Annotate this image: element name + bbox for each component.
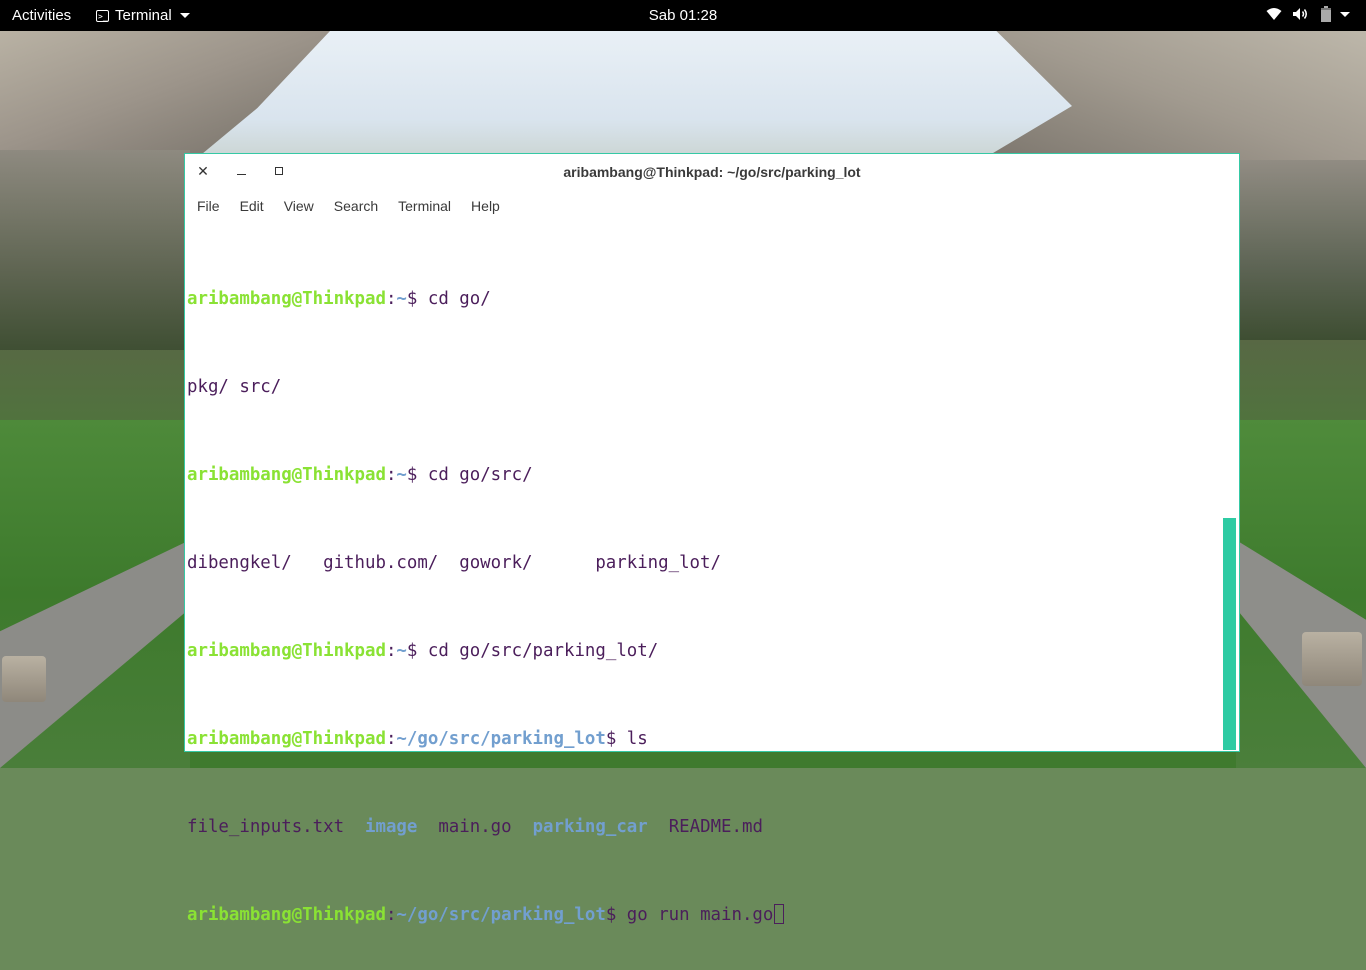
prompt-symbol: $ bbox=[605, 905, 627, 925]
wifi-icon bbox=[1266, 7, 1282, 21]
clock-button[interactable]: Sab 01:28 bbox=[649, 7, 717, 24]
wallpaper-building-left bbox=[0, 150, 190, 350]
prompt-symbol: $ bbox=[406, 289, 428, 309]
chevron-down-icon bbox=[179, 13, 190, 18]
activities-button[interactable]: Activities bbox=[12, 7, 71, 24]
wallpaper-bench-right bbox=[1302, 632, 1362, 686]
prompt-colon: : bbox=[385, 729, 397, 749]
prompt-path: ~/go/src/parking_lot bbox=[396, 905, 606, 925]
prompt-user: aribambang@Thinkpad bbox=[187, 905, 386, 925]
ls-entry-dir: image bbox=[365, 817, 418, 837]
prompt-symbol: $ bbox=[406, 465, 428, 485]
menu-edit[interactable]: Edit bbox=[230, 198, 274, 214]
ls-entry-file: README.md bbox=[668, 817, 763, 837]
terminal-icon: >_ bbox=[96, 9, 109, 22]
ls-separator bbox=[344, 817, 365, 837]
prompt-path: ~ bbox=[396, 641, 407, 661]
command-text: ls bbox=[626, 729, 648, 749]
terminal-line: file_inputs.txt image main.go parking_ca… bbox=[187, 816, 1225, 838]
prompt-path: ~ bbox=[396, 465, 407, 485]
prompt-user: aribambang@Thinkpad bbox=[187, 641, 386, 661]
wallpaper-bench-left bbox=[2, 656, 46, 702]
output-text: dibengkel/ github.com/ gowork/ parking_l… bbox=[187, 553, 721, 573]
menu-file[interactable]: File bbox=[187, 198, 230, 214]
terminal-line-current: aribambang@Thinkpad:~/go/src/parking_lot… bbox=[187, 904, 1225, 926]
prompt-colon: : bbox=[385, 465, 397, 485]
ls-separator bbox=[417, 817, 438, 837]
terminal-window: ✕ aribambang@Thinkpad: ~/go/src/parking_… bbox=[184, 153, 1240, 925]
ls-separator bbox=[512, 817, 533, 837]
terminal-line: dibengkel/ github.com/ gowork/ parking_l… bbox=[187, 552, 1225, 574]
text-cursor bbox=[774, 904, 785, 924]
prompt-path: ~/go/src/parking_lot bbox=[396, 729, 606, 749]
prompt-colon: : bbox=[385, 289, 397, 309]
output-text: pkg/ src/ bbox=[187, 377, 282, 397]
prompt-path: ~ bbox=[396, 289, 407, 309]
chevron-down-icon bbox=[1340, 11, 1350, 17]
app-menu-button[interactable]: >_ Terminal bbox=[96, 7, 190, 24]
prompt-user: aribambang@Thinkpad bbox=[187, 465, 386, 485]
menu-search[interactable]: Search bbox=[324, 198, 388, 214]
prompt-user: aribambang@Thinkpad bbox=[187, 729, 386, 749]
terminal-line: aribambang@Thinkpad:~$ cd go/src/ bbox=[187, 464, 1225, 486]
command-text: cd go/src/parking_lot/ bbox=[427, 641, 659, 661]
command-text: cd go/src/ bbox=[427, 465, 533, 485]
menu-bar: File Edit View Search Terminal Help bbox=[185, 190, 1239, 222]
prompt-colon: : bbox=[385, 905, 397, 925]
prompt-symbol: $ bbox=[605, 729, 627, 749]
prompt-symbol: $ bbox=[406, 641, 428, 661]
window-title: aribambang@Thinkpad: ~/go/src/parking_lo… bbox=[563, 164, 861, 180]
prompt-user: aribambang@Thinkpad bbox=[187, 289, 386, 309]
wallpaper-building-right bbox=[1236, 160, 1366, 340]
app-menu-label: Terminal bbox=[115, 7, 172, 24]
terminal-line: aribambang@Thinkpad:~$ cd go/src/parking… bbox=[187, 640, 1225, 662]
ls-entry-file: main.go bbox=[438, 817, 512, 837]
ls-separator bbox=[648, 817, 669, 837]
terminal-line: pkg/ src/ bbox=[187, 376, 1225, 398]
command-input[interactable]: go run main.go bbox=[627, 905, 774, 925]
command-text: cd go/ bbox=[427, 289, 491, 309]
scrollbar-thumb[interactable] bbox=[1223, 518, 1236, 750]
activities-label: Activities bbox=[12, 7, 72, 24]
system-tray[interactable] bbox=[1266, 6, 1350, 22]
terminal-line: aribambang@Thinkpad:~$ cd go/ bbox=[187, 288, 1225, 310]
top-bar: Activities >_ Terminal Sab 01:28 bbox=[0, 0, 1366, 31]
ls-entry-file: file_inputs.txt bbox=[187, 817, 345, 837]
menu-view[interactable]: View bbox=[274, 198, 324, 214]
terminal-output[interactable]: aribambang@Thinkpad:~$ cd go/ pkg/ src/ … bbox=[185, 222, 1225, 925]
prompt-colon: : bbox=[385, 641, 397, 661]
menu-terminal[interactable]: Terminal bbox=[388, 198, 461, 214]
menu-help[interactable]: Help bbox=[461, 198, 510, 214]
terminal-line: aribambang@Thinkpad:~/go/src/parking_lot… bbox=[187, 728, 1225, 750]
volume-icon bbox=[1292, 7, 1310, 21]
clock: Sab 01:28 bbox=[0, 7, 1366, 24]
battery-icon bbox=[1320, 6, 1332, 22]
title-bar[interactable]: ✕ aribambang@Thinkpad: ~/go/src/parking_… bbox=[185, 154, 1239, 190]
ls-entry-dir: parking_car bbox=[532, 817, 648, 837]
